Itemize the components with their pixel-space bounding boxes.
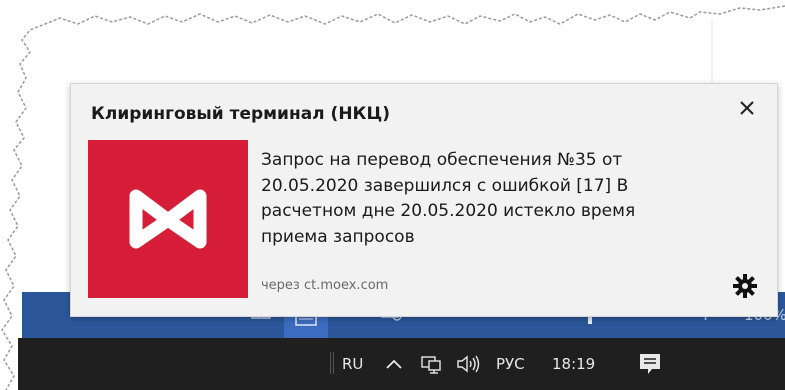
gear-icon[interactable] xyxy=(731,272,759,300)
taskbar-separator xyxy=(330,352,334,374)
toast-notification[interactable]: Клиринговый терминал (НКЦ) Запрос на пер… xyxy=(70,83,778,317)
close-icon[interactable] xyxy=(733,94,761,122)
toast-message: Запрос на перевод обеспечения №35 от 20.… xyxy=(261,148,731,250)
moex-logo-icon xyxy=(129,189,207,249)
notification-icon[interactable] xyxy=(638,338,662,390)
input-language[interactable]: РУС xyxy=(496,338,525,390)
network-icon[interactable] xyxy=(420,338,442,390)
toast-source: через ct.moex.com xyxy=(261,278,389,293)
toast-message-line: расчетном дне 20.05.2020 истекло время xyxy=(261,201,636,221)
chevron-up-icon[interactable] xyxy=(384,338,404,390)
moex-logo xyxy=(88,140,248,298)
clock[interactable]: 18:19 xyxy=(552,338,595,390)
toast-message-line: 20.05.2020 завершился с ошибкой [17] В xyxy=(261,175,629,196)
toast-message-line: приема запросов xyxy=(261,226,415,247)
language-indicator[interactable]: RU xyxy=(342,338,363,390)
taskbar: RU РУС 18:19 xyxy=(18,338,785,390)
toast-app-name: Клиринговый терминал (НКЦ) xyxy=(91,104,390,124)
toast-message-line: Запрос на перевод обеспечения №35 от xyxy=(261,150,623,170)
volume-icon[interactable] xyxy=(456,338,484,390)
